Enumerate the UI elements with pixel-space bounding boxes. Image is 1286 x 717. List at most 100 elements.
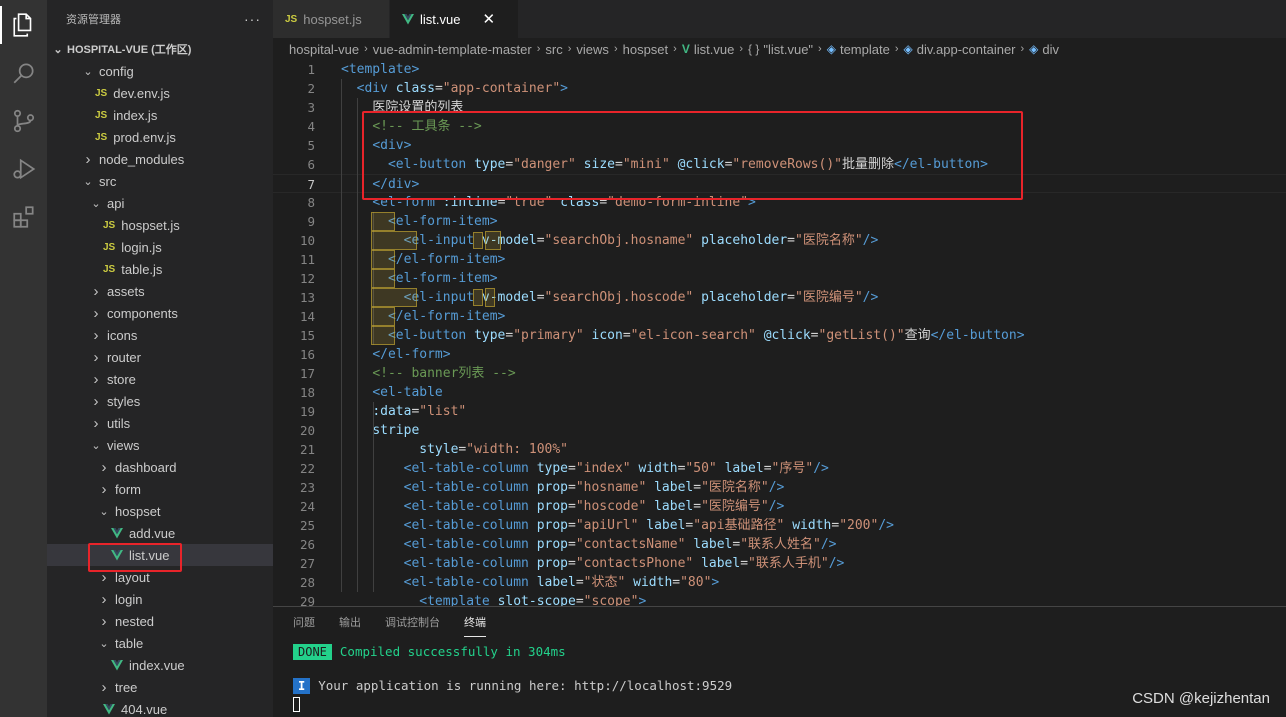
code-line[interactable]: 3 医院设置的列表 bbox=[273, 98, 1286, 117]
tab-output[interactable]: 输出 bbox=[339, 608, 361, 636]
tree-item-label: components bbox=[107, 305, 178, 321]
tree-folder-components[interactable]: › components bbox=[47, 302, 273, 324]
tree-folder-login[interactable]: › login bbox=[47, 588, 273, 610]
extensions-icon[interactable] bbox=[0, 194, 47, 240]
whitespace-highlight bbox=[485, 231, 501, 250]
code-attr: label bbox=[654, 480, 694, 495]
tree-folder-store[interactable]: › store bbox=[47, 368, 273, 390]
tree-item-label: prod.env.js bbox=[113, 129, 176, 145]
breadcrumb-item[interactable]: template bbox=[840, 42, 890, 57]
tab-terminal[interactable]: 终端 bbox=[464, 608, 486, 637]
tree-file-table-js[interactable]: JS table.js bbox=[47, 258, 273, 280]
code-punct: = bbox=[622, 328, 631, 343]
tree-file-404-vue[interactable]: 404.vue bbox=[47, 698, 273, 717]
tree-item-label: utils bbox=[107, 415, 131, 431]
code-line[interactable]: 8 <el-form :inline="true" class="demo-fo… bbox=[273, 193, 1286, 212]
code-line[interactable]: 9 <el-form-item> bbox=[273, 212, 1286, 231]
breadcrumb-item[interactable]: hospital-vue bbox=[289, 42, 359, 57]
tree-folder-tree[interactable]: › tree bbox=[47, 676, 273, 698]
tree-file-index-vue[interactable]: index.vue bbox=[47, 654, 273, 676]
code-tag: <div bbox=[356, 81, 388, 96]
code-punct bbox=[646, 499, 654, 514]
code-line[interactable]: 5 <div> bbox=[273, 136, 1286, 155]
tree-folder-router[interactable]: › router bbox=[47, 346, 273, 368]
js-file-icon: JS bbox=[103, 263, 116, 275]
tree-folder-nested[interactable]: › nested bbox=[47, 610, 273, 632]
code-punct: /> bbox=[862, 290, 879, 305]
tree-folder-form[interactable]: › form bbox=[47, 478, 273, 500]
search-icon[interactable] bbox=[0, 50, 47, 96]
breadcrumb-item[interactable]: div.app-container bbox=[917, 42, 1016, 57]
tree-folder-config[interactable]: ⌄ config bbox=[47, 60, 273, 82]
code-line[interactable]: 20 stripe bbox=[273, 421, 1286, 440]
breadcrumb-item[interactable]: list.vue bbox=[694, 42, 734, 57]
tree-file-add-vue[interactable]: add.vue bbox=[47, 522, 273, 544]
close-icon[interactable]: ✕ bbox=[482, 10, 495, 28]
code-line[interactable]: 24 <el-table-column prop="hoscode" label… bbox=[273, 497, 1286, 516]
tree-file-index-js[interactable]: JS index.js bbox=[47, 104, 273, 126]
code-line[interactable]: 11 </el-form-item> bbox=[273, 250, 1286, 269]
tree-file-dev-env.js[interactable]: JS dev.env.js bbox=[47, 82, 273, 104]
tree-file-prod-env.js[interactable]: JS prod.env.js bbox=[47, 126, 273, 148]
tree-item-label: 404.vue bbox=[121, 701, 168, 717]
code-line[interactable]: 15 <el-button type="primary" icon="el-ic… bbox=[273, 326, 1286, 345]
code-punct: /> bbox=[768, 480, 785, 495]
breadcrumb-item[interactable]: views bbox=[576, 42, 609, 57]
tree-folder-utils[interactable]: › utils bbox=[47, 412, 273, 434]
code-line[interactable]: 10 <el-input v-model="searchObj.hosname"… bbox=[273, 231, 1286, 250]
tree-folder-dashboard[interactable]: › dashboard bbox=[47, 456, 273, 478]
tree-folder-hospset[interactable]: ⌄ hospset bbox=[47, 500, 273, 522]
tab-debug-console[interactable]: 调试控制台 bbox=[385, 608, 440, 636]
code-line[interactable]: 19 :data="list" bbox=[273, 402, 1286, 421]
tab-problems[interactable]: 问题 bbox=[293, 608, 315, 636]
breadcrumb-item[interactable]: div bbox=[1042, 42, 1059, 57]
tree-folder-node_modules[interactable]: › node_modules bbox=[47, 148, 273, 170]
breadcrumb-item[interactable]: vue-admin-template-master bbox=[373, 42, 532, 57]
code-line[interactable]: 29 <template slot-scope="scope"> bbox=[273, 592, 1286, 606]
code-line[interactable]: 6 <el-button type="danger" size="mini" @… bbox=[273, 155, 1286, 174]
tree-folder-styles[interactable]: › styles bbox=[47, 390, 273, 412]
line-number: 28 bbox=[299, 575, 315, 590]
tree-folder-table[interactable]: ⌄ table bbox=[47, 632, 273, 654]
tree-item-label: index.js bbox=[113, 107, 158, 123]
code-line[interactable]: 13 <el-input v-model="searchObj.hoscode"… bbox=[273, 288, 1286, 307]
code-line[interactable]: 12 <el-form-item> bbox=[273, 269, 1286, 288]
terminal-prompt[interactable] bbox=[293, 696, 300, 712]
breadcrumb-item[interactable]: src bbox=[545, 42, 562, 57]
breadcrumb-item[interactable]: hospset bbox=[623, 42, 669, 57]
code-line[interactable]: 25 <el-table-column prop="apiUrl" label=… bbox=[273, 516, 1286, 535]
breadcrumb-item[interactable]: "list.vue" bbox=[763, 42, 813, 57]
code-line[interactable]: 22 <el-table-column type="index" width="… bbox=[273, 459, 1286, 478]
explorer-icon[interactable] bbox=[0, 2, 47, 48]
tree-folder-icons[interactable]: › icons bbox=[47, 324, 273, 346]
tree-folder-views[interactable]: ⌄ views bbox=[47, 434, 273, 456]
code-line[interactable]: 23 <el-table-column prop="hosname" label… bbox=[273, 478, 1286, 497]
code-line[interactable]: 26 <el-table-column prop="contactsName" … bbox=[273, 535, 1286, 554]
run-debug-icon[interactable] bbox=[0, 146, 47, 192]
tree-file-list-vue[interactable]: list.vue bbox=[47, 544, 273, 566]
code-line[interactable]: 14 </el-form-item> bbox=[273, 307, 1286, 326]
tree-folder-assets[interactable]: › assets bbox=[47, 280, 273, 302]
code-line[interactable]: 16 </el-form> bbox=[273, 345, 1286, 364]
code-line[interactable]: 28 <el-table-column label="状态" width="80… bbox=[273, 573, 1286, 592]
tree-folder-api[interactable]: ⌄ api bbox=[47, 192, 273, 214]
code-line[interactable]: 7 </div> bbox=[273, 174, 1286, 193]
code-line[interactable]: 21 style="width: 100%" bbox=[273, 440, 1286, 459]
code-line[interactable]: 4 <!-- 工具条 --> bbox=[273, 117, 1286, 136]
code-line[interactable]: 2 <div class="app-container"> bbox=[273, 79, 1286, 98]
tree-file-login-js[interactable]: JS login.js bbox=[47, 236, 273, 258]
code-line[interactable]: 1 <template> bbox=[273, 60, 1286, 79]
code-line[interactable]: 18 <el-table bbox=[273, 383, 1286, 402]
code-editor[interactable]: 1 <template> 2 <div class="app-container">… bbox=[273, 60, 1286, 606]
source-control-icon[interactable] bbox=[0, 98, 47, 144]
tab-hospset-js[interactable]: JS hospset.js bbox=[273, 0, 390, 38]
tab-list-vue[interactable]: list.vue ✕ bbox=[390, 0, 519, 38]
code-line[interactable]: 17 <!-- banner列表 --> bbox=[273, 364, 1286, 383]
more-actions-icon[interactable]: ··· bbox=[244, 11, 261, 27]
tree-folder-layout[interactable]: › layout bbox=[47, 566, 273, 588]
indent-guide bbox=[373, 402, 374, 592]
workspace-header[interactable]: ⌄ HOSPITAL-VUE (工作区) bbox=[47, 38, 273, 60]
tree-file-hospset-js[interactable]: JS hospset.js bbox=[47, 214, 273, 236]
code-line[interactable]: 27 <el-table-column prop="contactsPhone"… bbox=[273, 554, 1286, 573]
tree-folder-src[interactable]: ⌄ src bbox=[47, 170, 273, 192]
